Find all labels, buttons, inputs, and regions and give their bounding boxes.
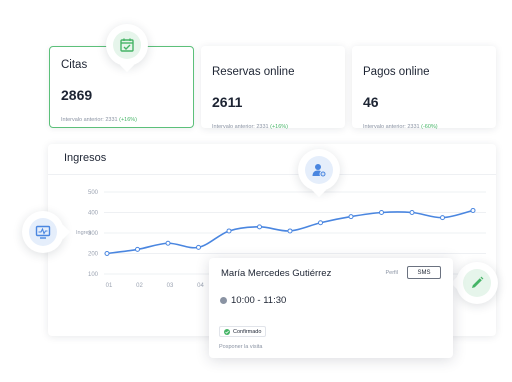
chart-title-divider: [48, 174, 496, 175]
user-add-icon: [305, 156, 333, 184]
appointment-time-value: 10:00 - 11:30: [231, 295, 287, 306]
stat-card-reservas-online[interactable]: Reservas online 2611 Intervalo anterior:…: [201, 46, 345, 130]
clock-icon: [220, 297, 227, 304]
sms-button[interactable]: SMS: [407, 266, 441, 279]
appointment-popup: María Mercedes Gutiérrez Perfil SMS 10:0…: [209, 258, 453, 358]
stat-previous-interval: Intervalo anterior: 2331 (+16%): [212, 124, 288, 130]
monitor-bubble[interactable]: [22, 211, 71, 253]
stat-delta: (+16%): [119, 117, 137, 123]
status-badge[interactable]: Confirmado: [219, 326, 267, 337]
monitor-chart-icon: [29, 218, 57, 246]
stat-title: Reservas online: [212, 66, 295, 78]
stat-delta: (-60%): [421, 124, 438, 130]
stat-previous-interval: Intervalo anterior: 2331 (+16%): [61, 117, 137, 123]
add-user-bubble[interactable]: [298, 149, 340, 198]
stat-card-pagos-online[interactable]: Pagos online 46 Intervalo anterior: 2331…: [352, 46, 496, 130]
pencil-icon: [463, 269, 491, 297]
calendar-bubble[interactable]: [106, 24, 148, 73]
stat-delta: (+16%): [270, 124, 288, 130]
pencil-bubble[interactable]: [450, 262, 498, 304]
stat-value: 2611: [212, 94, 243, 110]
check-circle-icon: [224, 328, 230, 335]
stat-title: Pagos online: [363, 66, 430, 78]
status-label: Confirmado: [233, 328, 262, 335]
calendar-check-icon: [113, 31, 141, 59]
chart-title: Ingresos: [64, 152, 107, 164]
stat-previous-interval: Intervalo anterior: 2331 (-60%): [363, 124, 438, 130]
postpone-visit-link[interactable]: Posponer la visita: [219, 344, 262, 350]
profile-link[interactable]: Perfil: [385, 270, 398, 276]
appointment-time: 10:00 - 11:30: [220, 295, 286, 306]
stat-value: 2869: [61, 87, 93, 103]
stat-value: 46: [363, 94, 379, 110]
